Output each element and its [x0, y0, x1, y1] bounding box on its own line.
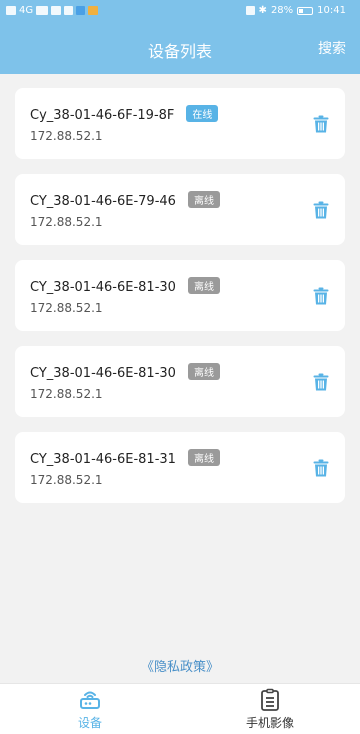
trash-icon[interactable] — [313, 287, 329, 305]
device-name: CY_38-01-46-6E-81-30 离线 — [30, 363, 220, 381]
status-badge: 离线 — [187, 449, 220, 466]
tab-devices-label: 设备 — [77, 716, 102, 730]
device-name-text: Cy_38-01-46-6F-19-8F — [30, 108, 175, 123]
battery-icon — [297, 6, 314, 15]
status-bar: 4G ✱ 28% 10:41 — [0, 0, 360, 24]
status-badge: 在线 — [186, 105, 219, 122]
search-button[interactable]: 搜索 — [318, 38, 346, 58]
device-name-text: CY_38-01-46-6E-81-30 — [30, 280, 176, 295]
trash-icon[interactable] — [313, 201, 329, 219]
alert-icon — [88, 6, 99, 15]
trash-icon[interactable] — [313, 373, 329, 391]
status-badge: 离线 — [187, 191, 220, 208]
privacy-policy-link[interactable]: 《隐私政策》 — [0, 656, 360, 675]
device-ip: 172.88.52.1 — [30, 215, 103, 229]
tab-devices[interactable]: 设备 — [0, 684, 180, 734]
bluetooth-icon: ✱ — [258, 5, 267, 16]
device-name: CY_38-01-46-6E-79-46 离线 — [30, 191, 220, 209]
tab-phone-images-label: 手机影像 — [245, 716, 294, 730]
device-name-text: CY_38-01-46-6E-81-30 — [30, 366, 176, 381]
clock: 10:41 — [317, 5, 346, 16]
status-badge: 离线 — [187, 363, 220, 380]
device-name: CY_38-01-46-6E-81-31 离线 — [30, 449, 220, 467]
device-card[interactable]: CY_38-01-46-6E-81-30 离线 172.88.52.1 — [15, 346, 345, 417]
device-ip: 172.88.52.1 — [30, 473, 103, 487]
device-card[interactable]: CY_38-01-46-6E-79-46 离线 172.88.52.1 — [15, 174, 345, 245]
trash-icon[interactable] — [313, 115, 329, 133]
device-name: CY_38-01-46-6E-81-30 离线 — [30, 277, 220, 295]
signal-icon — [36, 6, 49, 15]
device-ip: 172.88.52.1 — [30, 301, 103, 315]
sim-icon — [6, 6, 16, 15]
nfc-icon — [245, 6, 255, 15]
device-card[interactable]: CY_38-01-46-6E-81-31 离线 172.88.52.1 — [15, 432, 345, 503]
trash-icon[interactable] — [313, 459, 329, 477]
status-icons-left: 4G — [6, 5, 99, 16]
router-icon — [80, 691, 100, 709]
app-header: 4G ✱ 28% 10:41 设备列表 搜索 — [0, 0, 360, 74]
app-notification-icon — [76, 6, 86, 15]
wifi-icon — [51, 6, 62, 15]
device-card[interactable]: CY_38-01-46-6E-81-30 离线 172.88.52.1 — [15, 260, 345, 331]
device-card[interactable]: Cy_38-01-46-6F-19-8F 在线 172.88.52.1 — [15, 88, 345, 159]
network-type: 4G — [19, 5, 34, 16]
status-badge: 离线 — [187, 277, 220, 294]
notification-icon — [64, 6, 74, 15]
tab-phone-images[interactable]: 手机影像 — [180, 684, 360, 734]
bottom-tab-bar: 设备 手机影像 — [0, 683, 360, 734]
document-icon — [261, 688, 279, 711]
device-name-text: CY_38-01-46-6E-81-31 — [30, 452, 176, 467]
device-ip: 172.88.52.1 — [30, 129, 103, 143]
page-title: 设备列表 — [147, 42, 212, 61]
device-name-text: CY_38-01-46-6E-79-46 — [30, 194, 176, 209]
status-icons-right: ✱ 28% 10:41 — [245, 5, 346, 16]
battery-percent: 28% — [270, 5, 294, 16]
device-ip: 172.88.52.1 — [30, 387, 103, 401]
device-name: Cy_38-01-46-6F-19-8F 在线 — [30, 105, 219, 123]
